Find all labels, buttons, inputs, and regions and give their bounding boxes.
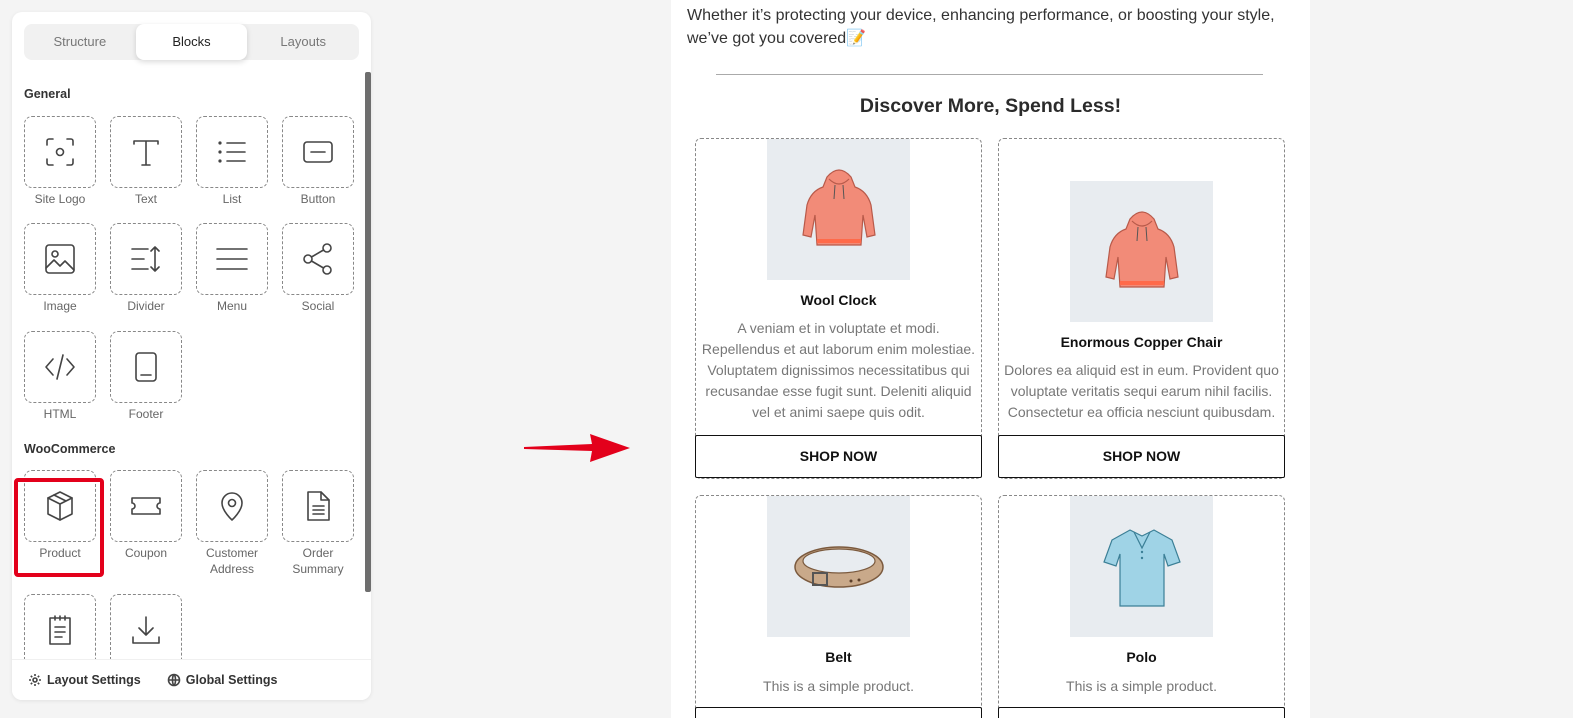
product-card[interactable]: Wool Clock A veniam et in voluptate et m… — [695, 138, 982, 479]
block-footer[interactable]: Footer — [110, 331, 182, 422]
tab-blocks[interactable]: Blocks — [135, 24, 248, 60]
shop-now-button[interactable]: SHOP NOW — [998, 435, 1285, 478]
block-label: Menu — [216, 299, 248, 313]
hoodie-image — [1070, 181, 1213, 322]
block-divider[interactable]: Divider — [110, 223, 182, 314]
intro-text: Whether it’s protecting your device, enh… — [687, 7, 1275, 47]
block-label: Customer Address — [205, 546, 258, 576]
block-label: Order Summary — [292, 546, 344, 576]
divider-icon — [131, 246, 160, 272]
block-social[interactable]: Social — [282, 223, 354, 314]
block-site-logo[interactable]: Site Logo — [24, 116, 96, 207]
product-name: Enormous Copper Chair — [1060, 334, 1223, 350]
block-label: Footer — [128, 407, 164, 421]
product-card[interactable]: Polo This is a simple product. — [998, 495, 1285, 718]
block-label: Coupon — [124, 546, 168, 560]
ticket-icon — [131, 497, 161, 515]
block-coupon[interactable]: Coupon — [110, 470, 182, 561]
footer-icon — [135, 352, 157, 382]
block-button[interactable]: Button — [282, 116, 354, 207]
product-description: This is a simple product. — [1066, 678, 1217, 694]
site-logo-icon — [46, 138, 74, 166]
polo-shirt-image — [1070, 496, 1213, 637]
product-name: Wool Clock — [800, 292, 877, 308]
text-icon — [133, 140, 159, 166]
product-card[interactable]: Enormous Copper Chair Dolores ea aliquid… — [998, 138, 1285, 479]
product-card[interactable]: Belt This is a simple product. — [695, 495, 982, 718]
block-label: HTML — [43, 407, 77, 421]
product-block-highlight — [14, 478, 104, 577]
menu-icon — [216, 248, 248, 270]
image-icon — [45, 244, 75, 274]
block-list[interactable]: List — [196, 116, 268, 207]
globe-icon — [167, 673, 181, 687]
block-label: Text — [134, 192, 157, 206]
section-heading: Discover More, Spend Less! — [859, 95, 1122, 117]
product-description: This is a simple product. — [763, 678, 914, 694]
shop-now-button[interactable]: SHOP NOW — [695, 435, 982, 478]
location-pin-icon — [221, 492, 243, 521]
share-icon — [303, 243, 332, 275]
block-label: Button — [300, 192, 336, 206]
shop-now-button[interactable] — [998, 707, 1285, 718]
email-preview: Whether it’s protecting your device, enh… — [671, 0, 1310, 718]
block-menu[interactable]: Menu — [196, 223, 268, 314]
block-download[interactable] — [110, 594, 182, 659]
section-title-woocommerce: WooCommerce — [24, 442, 116, 456]
block-notepad[interactable] — [24, 594, 96, 659]
block-label: Social — [301, 299, 335, 313]
product-name: Belt — [825, 649, 852, 665]
tab-layouts[interactable]: Layouts — [247, 24, 359, 60]
block-html[interactable]: HTML — [24, 331, 96, 422]
download-icon — [132, 616, 160, 644]
shop-now-button[interactable] — [695, 707, 982, 718]
block-order-summary[interactable]: Order Summary — [282, 470, 354, 577]
layout-settings-label: Layout Settings — [47, 673, 141, 687]
product-description: Dolores ea aliquid est in eum. Provident… — [1004, 362, 1279, 420]
block-text[interactable]: Text — [110, 116, 182, 207]
block-image[interactable]: Image — [24, 223, 96, 314]
red-arrow-icon — [524, 434, 630, 462]
hoodie-image — [767, 139, 910, 280]
panel-tabs: Structure Blocks Layouts — [24, 24, 359, 60]
block-label: Site Logo — [34, 192, 86, 206]
code-icon — [45, 354, 75, 380]
panel-scrollbar[interactable] — [365, 72, 371, 592]
product-description: A veniam et in voluptate et modi. Repell… — [701, 320, 976, 420]
blocks-scroll-area: General Site Logo Text List Button Image… — [12, 72, 371, 659]
tab-structure[interactable]: Structure — [24, 24, 136, 60]
divider-line — [716, 74, 1263, 75]
blocks-panel: Structure Blocks Layouts General Site Lo… — [12, 12, 371, 700]
notepad-icon — [49, 615, 71, 645]
product-name: Polo — [1126, 649, 1157, 665]
button-icon — [303, 141, 333, 163]
global-settings-button[interactable]: Global Settings — [167, 673, 278, 687]
global-settings-label: Global Settings — [185, 673, 278, 687]
gear-icon — [29, 674, 41, 686]
block-label: Divider — [127, 299, 165, 313]
section-title-general: General — [24, 87, 71, 101]
block-label: List — [222, 192, 242, 206]
list-icon — [218, 141, 246, 163]
belt-image — [767, 496, 910, 637]
block-customer-address[interactable]: Customer Address — [196, 470, 268, 577]
block-label: Image — [43, 299, 77, 313]
document-icon — [307, 491, 330, 521]
layout-settings-button[interactable]: Layout Settings — [28, 673, 141, 687]
panel-footer: Layout Settings Global Settings — [12, 659, 371, 700]
